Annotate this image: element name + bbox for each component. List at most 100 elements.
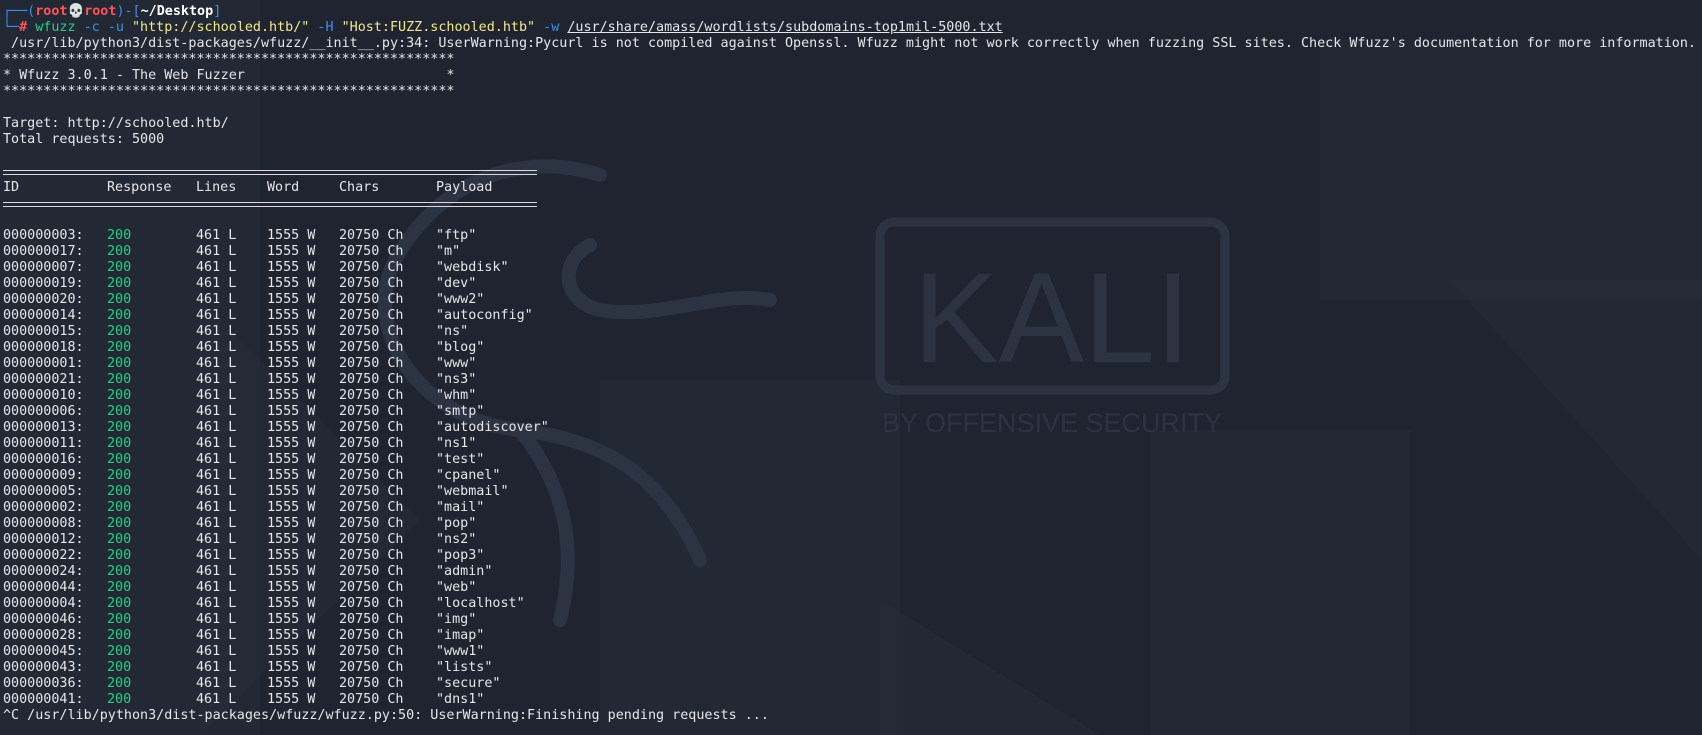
warning-line: /usr/lib/python3/dist-packages/wfuzz/__i… bbox=[3, 36, 1696, 51]
result-payload: "ftp" bbox=[436, 228, 477, 243]
table-row: 000000046: 200 461 L 1555 W 20750 Ch "img" bbox=[3, 612, 1702, 628]
result-id: 000000028: bbox=[3, 628, 84, 643]
result-word: 1555 W bbox=[267, 356, 316, 371]
result-word: 1555 W bbox=[267, 388, 316, 403]
table-row: 000000041: 200 461 L 1555 W 20750 Ch "dns1" bbox=[3, 692, 1702, 708]
result-response: 200 bbox=[107, 692, 132, 707]
table-separator-bottom bbox=[3, 196, 1702, 212]
results-table: 000000003: 200 461 L 1555 W 20750 Ch "ftp" 000… bbox=[3, 228, 1702, 708]
result-payload: "lists" bbox=[436, 660, 493, 675]
command-header: "Host:FUZZ.schooled.htb" bbox=[333, 20, 536, 35]
table-row: 000000028: 200 461 L 1555 W 20750 Ch "imap" bbox=[3, 628, 1702, 644]
result-response: 200 bbox=[107, 500, 132, 515]
result-response: 200 bbox=[107, 452, 132, 467]
table-row: 000000024: 200 461 L 1555 W 20750 Ch "admin" bbox=[3, 564, 1702, 580]
result-id: 000000002: bbox=[3, 500, 84, 515]
result-payload: "pop" bbox=[436, 516, 477, 531]
terminal-output: ┌──(root💀root)-[~/Desktop] └─# wfuzz -c … bbox=[3, 4, 1702, 724]
result-chars: 20750 Ch bbox=[339, 388, 404, 403]
result-payload: "www" bbox=[436, 356, 477, 371]
table-row: 000000016: 200 461 L 1555 W 20750 Ch "test" bbox=[3, 452, 1702, 468]
result-word: 1555 W bbox=[267, 676, 316, 691]
result-id: 000000043: bbox=[3, 660, 84, 675]
total-requests-line: Total requests: 5000 bbox=[3, 132, 165, 147]
command-line[interactable]: └─# wfuzz -c -u "http://schooled.htb/" -… bbox=[3, 20, 1702, 36]
result-id: 000000036: bbox=[3, 676, 84, 691]
result-id: 000000001: bbox=[3, 356, 84, 371]
result-word: 1555 W bbox=[267, 276, 316, 291]
result-lines: 461 L bbox=[196, 580, 237, 595]
result-word: 1555 W bbox=[267, 596, 316, 611]
result-id: 000000017: bbox=[3, 244, 84, 259]
result-id: 000000014: bbox=[3, 308, 84, 323]
prompt-line-1: ┌──(root💀root)-[~/Desktop] bbox=[3, 4, 222, 19]
table-row: 000000006: 200 461 L 1555 W 20750 Ch "smtp" bbox=[3, 404, 1702, 420]
result-chars: 20750 Ch bbox=[339, 596, 404, 611]
result-word: 1555 W bbox=[267, 564, 316, 579]
result-lines: 461 L bbox=[196, 516, 237, 531]
final-warning-line: ^C /usr/lib/python3/dist-packages/wfuzz/… bbox=[3, 708, 769, 723]
result-response: 200 bbox=[107, 468, 132, 483]
result-response: 200 bbox=[107, 388, 132, 403]
result-payload: "img" bbox=[436, 612, 477, 627]
result-chars: 20750 Ch bbox=[339, 516, 404, 531]
table-row: 000000004: 200 461 L 1555 W 20750 Ch "localho… bbox=[3, 596, 1702, 612]
header-response: Response bbox=[107, 180, 172, 195]
result-payload: "webdisk" bbox=[436, 260, 509, 275]
result-response: 200 bbox=[107, 484, 132, 499]
table-row: 000000002: 200 461 L 1555 W 20750 Ch "mail" bbox=[3, 500, 1702, 516]
header-chars: Chars bbox=[339, 180, 380, 195]
result-id: 000000045: bbox=[3, 644, 84, 659]
table-row: 000000021: 200 461 L 1555 W 20750 Ch "ns3" bbox=[3, 372, 1702, 388]
result-response: 200 bbox=[107, 260, 132, 275]
result-payload: "localhost" bbox=[436, 596, 525, 611]
banner-stars-top: ****************************************… bbox=[3, 52, 455, 67]
result-id: 000000041: bbox=[3, 692, 84, 707]
result-response: 200 bbox=[107, 244, 132, 259]
result-lines: 461 L bbox=[196, 404, 237, 419]
result-word: 1555 W bbox=[267, 660, 316, 675]
table-separator-top bbox=[3, 164, 1702, 180]
result-payload: "autoconfig" bbox=[436, 308, 533, 323]
result-lines: 461 L bbox=[196, 628, 237, 643]
result-response: 200 bbox=[107, 436, 132, 451]
result-response: 200 bbox=[107, 676, 132, 691]
result-lines: 461 L bbox=[196, 692, 237, 707]
result-word: 1555 W bbox=[267, 228, 316, 243]
prompt-host: root bbox=[84, 4, 117, 19]
result-chars: 20750 Ch bbox=[339, 468, 404, 483]
result-lines: 461 L bbox=[196, 468, 237, 483]
table-row: 000000005: 200 461 L 1555 W 20750 Ch "webmail… bbox=[3, 484, 1702, 500]
result-id: 000000020: bbox=[3, 292, 84, 307]
result-chars: 20750 Ch bbox=[339, 292, 404, 307]
result-payload: "web" bbox=[436, 580, 477, 595]
result-lines: 461 L bbox=[196, 484, 237, 499]
result-chars: 20750 Ch bbox=[339, 356, 404, 371]
result-chars: 20750 Ch bbox=[339, 228, 404, 243]
result-word: 1555 W bbox=[267, 420, 316, 435]
result-chars: 20750 Ch bbox=[339, 244, 404, 259]
result-response: 200 bbox=[107, 292, 132, 307]
result-chars: 20750 Ch bbox=[339, 372, 404, 387]
prompt-user: root bbox=[35, 4, 68, 19]
result-id: 000000010: bbox=[3, 388, 84, 403]
result-response: 200 bbox=[107, 596, 132, 611]
result-chars: 20750 Ch bbox=[339, 452, 404, 467]
result-chars: 20750 Ch bbox=[339, 692, 404, 707]
result-payload: "secure" bbox=[436, 676, 501, 691]
result-lines: 461 L bbox=[196, 372, 237, 387]
result-chars: 20750 Ch bbox=[339, 660, 404, 675]
result-id: 000000005: bbox=[3, 484, 84, 499]
result-payload: "dns1" bbox=[436, 692, 485, 707]
header-lines: Lines bbox=[196, 180, 237, 195]
table-row: 000000009: 200 461 L 1555 W 20750 Ch "cpanel" bbox=[3, 468, 1702, 484]
wordlist-path-link[interactable]: /usr/share/amass/wordlists/subdomains-to… bbox=[567, 20, 1002, 35]
table-row: 000000022: 200 461 L 1555 W 20750 Ch "pop3" bbox=[3, 548, 1702, 564]
header-word: Word bbox=[267, 180, 300, 195]
result-payload: "m" bbox=[436, 244, 461, 259]
result-word: 1555 W bbox=[267, 404, 316, 419]
result-id: 000000018: bbox=[3, 340, 84, 355]
result-lines: 461 L bbox=[196, 564, 237, 579]
result-lines: 461 L bbox=[196, 660, 237, 675]
result-chars: 20750 Ch bbox=[339, 324, 404, 339]
